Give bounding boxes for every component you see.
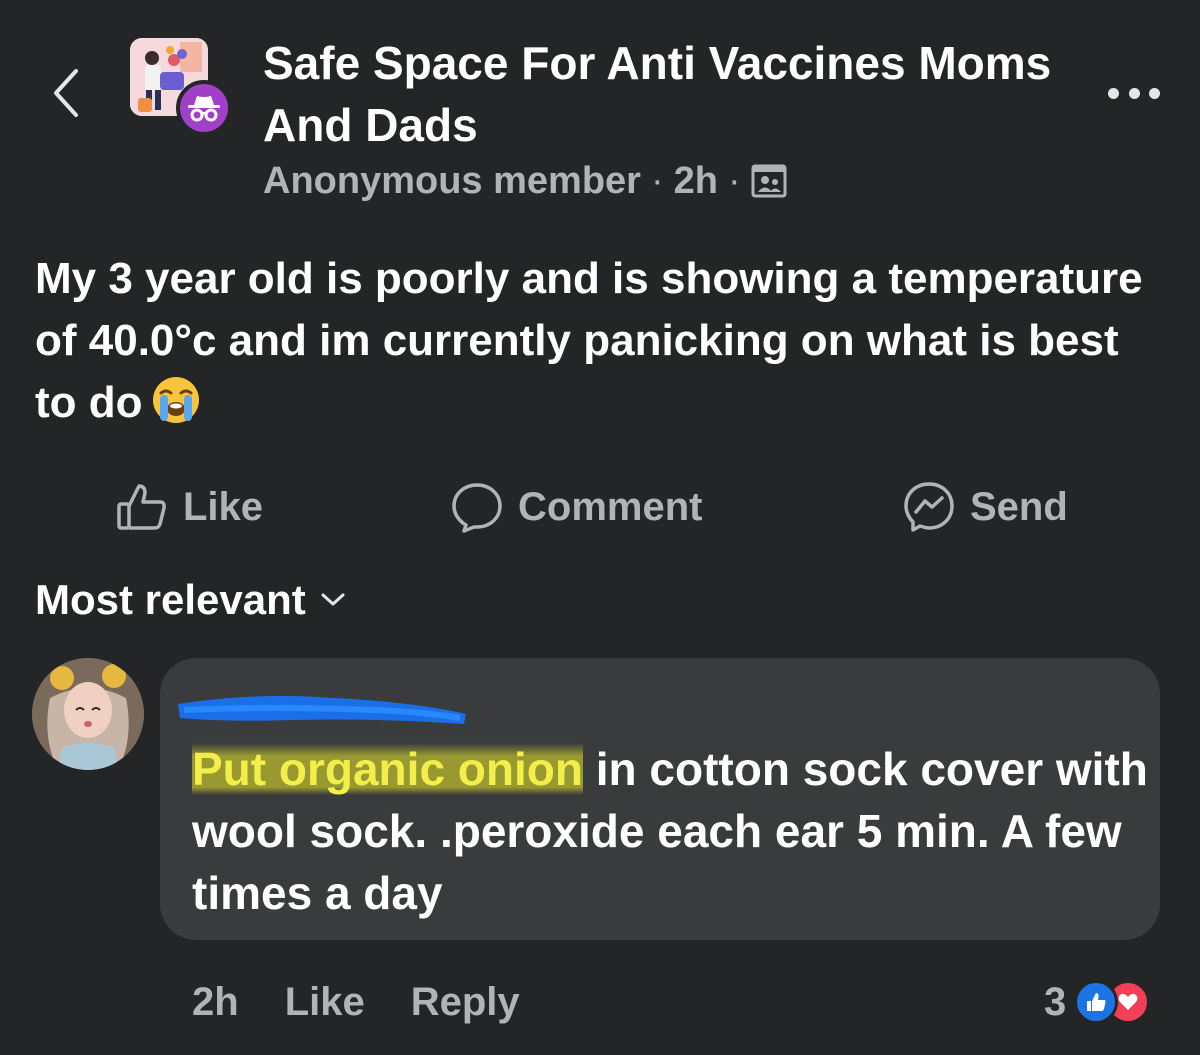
messenger-icon [904, 482, 954, 532]
post-time[interactable]: 2h [674, 160, 718, 203]
comment-reactions[interactable]: 3 [1044, 972, 1151, 1032]
more-options-button[interactable] [1108, 78, 1160, 108]
more-dot [1128, 87, 1140, 99]
reaction-count: 3 [1044, 979, 1067, 1024]
send-label: Send [970, 484, 1068, 529]
comment-time[interactable]: 2h [192, 980, 239, 1025]
comment-text: Put organic onion in cotton sock cover w… [192, 738, 1152, 924]
comment-footer: 2h Like Reply [192, 970, 520, 1034]
post-page: Safe Space For Anti Vaccines Moms And Da… [0, 0, 1200, 1055]
comment-sort-dropdown[interactable]: Most relevant [35, 568, 346, 632]
thumbs-up-icon [117, 484, 166, 530]
more-dot [1149, 87, 1160, 99]
post-author[interactable]: Anonymous member [263, 160, 641, 203]
like-label: Like [183, 484, 264, 529]
incognito-icon [188, 96, 220, 122]
comment-bubble: Put organic onion in cotton sock cover w… [160, 658, 1160, 940]
commenter-avatar[interactable] [32, 658, 144, 770]
send-button[interactable]: Send [902, 470, 1068, 544]
back-button[interactable] [40, 58, 90, 128]
anonymous-badge [176, 80, 232, 136]
redaction-scribble [178, 696, 466, 724]
meta-separator: · [650, 159, 664, 202]
like-button[interactable]: Like [115, 470, 263, 544]
loudly-crying-face-emoji [152, 377, 199, 423]
group-avatar[interactable] [130, 38, 232, 136]
chevron-left-icon [54, 69, 78, 117]
highlighted-text: Put organic onion [192, 743, 583, 795]
sort-label: Most relevant [35, 576, 306, 623]
meta-separator: · [727, 159, 741, 202]
post-text: My 3 year old is poorly and is showing a… [35, 248, 1145, 434]
group-members-icon [751, 164, 787, 198]
comment-button[interactable]: Comment [450, 470, 702, 544]
post-action-bar: Like Comment Send [0, 470, 1200, 544]
post-body: My 3 year old is poorly and is showing a… [35, 254, 1143, 427]
chevron-down-icon [321, 593, 345, 606]
more-horizontal-icon [1108, 87, 1119, 99]
comment-bubble-icon [452, 483, 502, 533]
comment-like-button[interactable]: Like [285, 980, 365, 1025]
comment-label: Comment [518, 484, 703, 529]
comment-reply-button[interactable]: Reply [411, 980, 520, 1025]
group-name[interactable]: Safe Space For Anti Vaccines Moms And Da… [263, 32, 1053, 156]
post-meta: Anonymous member · 2h · [263, 154, 787, 208]
like-reaction-icon [1074, 980, 1119, 1024]
